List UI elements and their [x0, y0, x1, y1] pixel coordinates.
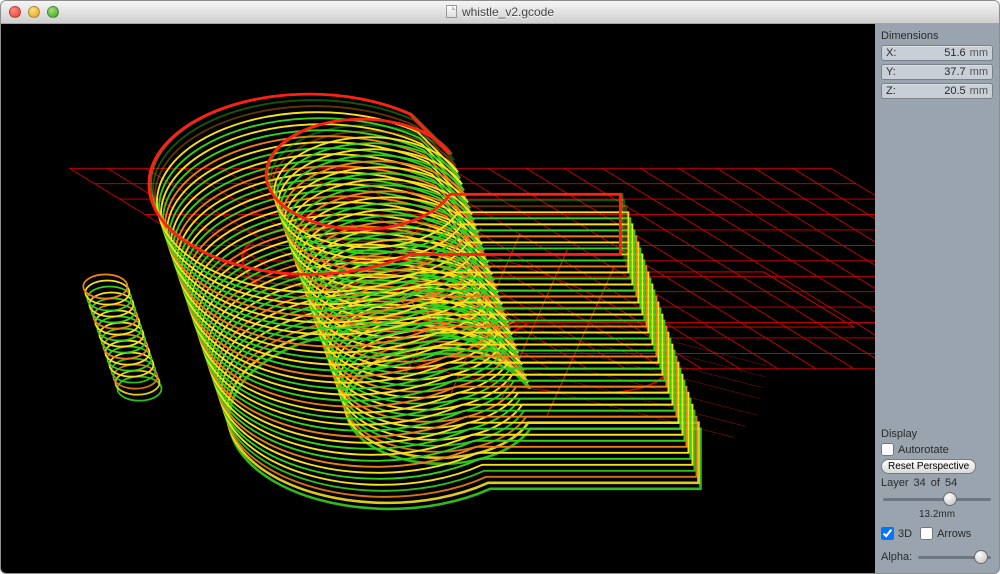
arrows-toggle[interactable]: Arrows	[920, 527, 971, 540]
dim-z-label: Z:	[886, 85, 902, 97]
view3d-checkbox[interactable]	[881, 527, 894, 540]
dim-y-value: 37.7	[902, 66, 970, 78]
dim-y-unit: mm	[970, 66, 988, 78]
dim-x: X: 51.6 mm	[881, 45, 993, 61]
layer-label: Layer	[881, 477, 909, 489]
document-icon	[446, 5, 457, 18]
panel-spacer	[879, 110, 995, 420]
arrows-label: Arrows	[937, 528, 971, 540]
layer-slider-track	[883, 498, 991, 501]
dim-x-unit: mm	[970, 47, 988, 59]
autorotate-checkbox[interactable]	[881, 443, 894, 456]
layer-current: 34	[914, 477, 926, 489]
window-title-text: whistle_v2.gcode	[462, 5, 554, 19]
dim-y: Y: 37.7 mm	[881, 64, 993, 80]
titlebar: whistle_v2.gcode	[1, 1, 999, 24]
view3d-label: 3D	[898, 528, 912, 540]
zoom-icon[interactable]	[47, 6, 59, 18]
dim-z-unit: mm	[970, 85, 988, 97]
gcode-viewport[interactable]: (function(){ var NS="http://www.w3.org/2…	[5, 28, 875, 569]
autorotate-toggle[interactable]: Autorotate	[881, 443, 993, 456]
layer-mm: 13.2mm	[881, 509, 993, 520]
arrows-checkbox[interactable]	[920, 527, 933, 540]
layer-slider-thumb[interactable]	[943, 492, 957, 506]
display-group: Display Autorotate Reset Perspective Lay…	[879, 426, 995, 569]
app-window: whistle_v2.gcode	[0, 0, 1000, 574]
layer-slider[interactable]	[881, 491, 993, 507]
view3d-toggle[interactable]: 3D	[881, 527, 912, 540]
layers	[83, 94, 700, 509]
minimize-icon[interactable]	[28, 6, 40, 18]
window-controls	[9, 6, 59, 18]
alpha-label: Alpha:	[881, 551, 912, 563]
layer-total: 54	[945, 477, 957, 489]
alpha-row: Alpha:	[881, 547, 993, 567]
dimensions-group: Dimensions X: 51.6 mm Y: 37.7 mm Z: 20.5…	[879, 28, 995, 104]
content-area: (function(){ var NS="http://www.w3.org/2…	[1, 24, 999, 573]
close-icon[interactable]	[9, 6, 21, 18]
layer-readout: Layer 34 of 54	[881, 477, 993, 489]
dim-z: Z: 20.5 mm	[881, 83, 993, 99]
dimensions-heading: Dimensions	[881, 30, 993, 42]
view-toggles: 3D Arrows	[881, 524, 993, 543]
reset-perspective-button[interactable]: Reset Perspective	[881, 459, 976, 474]
dim-x-label: X:	[886, 47, 902, 59]
layer-of: of	[931, 477, 940, 489]
display-heading: Display	[881, 428, 993, 440]
alpha-slider[interactable]	[916, 549, 993, 565]
dim-z-value: 20.5	[902, 85, 970, 97]
autorotate-label: Autorotate	[898, 444, 949, 456]
dim-x-value: 51.6	[902, 47, 970, 59]
window-title: whistle_v2.gcode	[1, 5, 999, 19]
dim-y-label: Y:	[886, 66, 902, 78]
side-panel: Dimensions X: 51.6 mm Y: 37.7 mm Z: 20.5…	[875, 24, 999, 573]
gcode-render: (function(){ var NS="http://www.w3.org/2…	[5, 28, 875, 569]
alpha-slider-thumb[interactable]	[974, 550, 988, 564]
